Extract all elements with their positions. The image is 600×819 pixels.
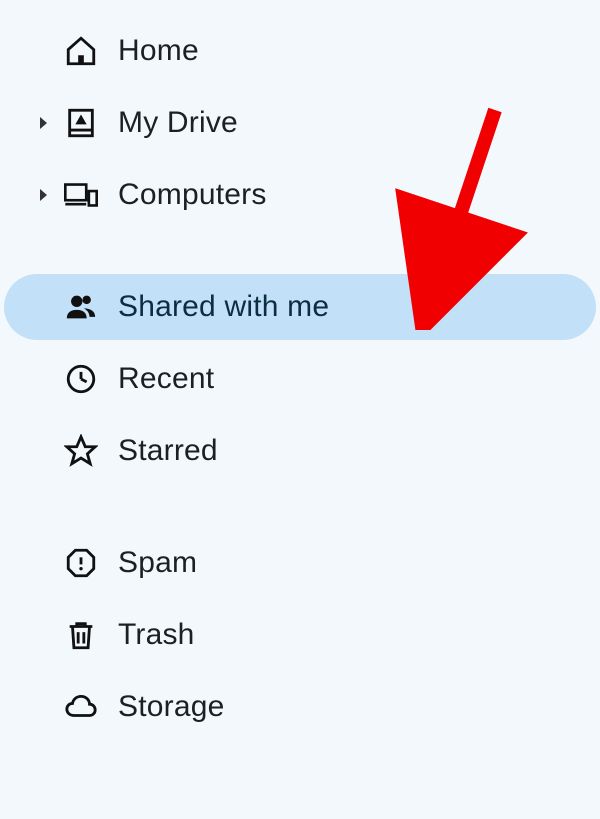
sidebar-item-label: Computers: [118, 178, 267, 212]
sidebar-item-starred[interactable]: Starred: [4, 418, 596, 484]
clock-icon: [64, 362, 118, 396]
sidebar-item-label: Trash: [118, 618, 195, 652]
sidebar-item-label: My Drive: [118, 106, 238, 140]
sidebar-item-recent[interactable]: Recent: [4, 346, 596, 412]
trash-icon: [64, 618, 118, 652]
sidebar-item-computers[interactable]: Computers: [4, 162, 596, 228]
sidebar-item-spam[interactable]: Spam: [4, 530, 596, 596]
sidebar-divider: [0, 490, 600, 530]
people-icon: [64, 290, 118, 324]
home-icon: [64, 34, 118, 68]
computers-icon: [64, 178, 118, 212]
cloud-icon: [64, 690, 118, 724]
sidebar-item-label: Recent: [118, 362, 214, 396]
sidebar-navigation: Home My Drive Computers: [0, 0, 600, 740]
sidebar-divider: [0, 234, 600, 274]
sidebar-item-trash[interactable]: Trash: [4, 602, 596, 668]
sidebar-item-home[interactable]: Home: [4, 18, 596, 84]
sidebar-item-storage[interactable]: Storage: [4, 674, 596, 740]
sidebar-item-label: Starred: [118, 434, 218, 468]
star-icon: [64, 434, 118, 468]
sidebar-item-label: Home: [118, 34, 199, 68]
sidebar-item-shared-with-me[interactable]: Shared with me: [4, 274, 596, 340]
sidebar-item-label: Shared with me: [118, 290, 329, 324]
sidebar-item-label: Storage: [118, 690, 224, 724]
sidebar-item-my-drive[interactable]: My Drive: [4, 90, 596, 156]
sidebar-item-label: Spam: [118, 546, 197, 580]
expand-toggle[interactable]: [38, 116, 64, 130]
drive-icon: [64, 106, 118, 140]
spam-icon: [64, 546, 118, 580]
expand-toggle[interactable]: [38, 188, 64, 202]
